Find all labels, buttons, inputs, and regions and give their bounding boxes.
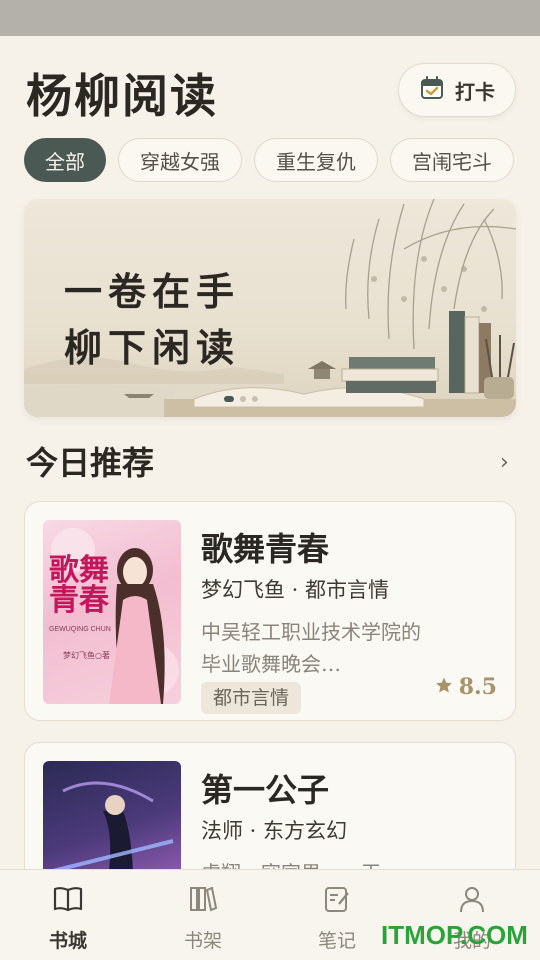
cover-author: 梦幻飞鱼○著 xyxy=(63,651,110,660)
tab-label: 书架 xyxy=(183,930,222,952)
section-title: 今日推荐 xyxy=(26,444,155,482)
chip-all[interactable]: 全部 xyxy=(24,138,106,182)
chip-palace-intrigue[interactable]: 宫闱宅斗 xyxy=(390,138,514,182)
tab-label: 书城 xyxy=(48,930,87,952)
chip-rebirth-revenge[interactable]: 重生复仇 xyxy=(254,138,378,182)
banner-line-2: 柳下闲读 xyxy=(64,325,241,370)
category-chips: 全部 穿越女强 重生复仇 宫闱宅斗 xyxy=(24,138,514,182)
tab-bookshelf[interactable]: 书架 xyxy=(158,884,248,953)
pagination-dot[interactable] xyxy=(224,396,234,402)
banner-pagination xyxy=(224,396,258,402)
book-meta: 梦幻飞鱼 · 都市言情 xyxy=(201,578,390,602)
app-title: 杨柳阅读 xyxy=(26,69,218,123)
chip-time-travel[interactable]: 穿越女强 xyxy=(118,138,242,182)
tab-bookstore[interactable]: 书城 xyxy=(23,884,113,953)
promo-banner[interactable]: 一卷在手 柳下闲读 xyxy=(24,199,516,417)
pagination-dot[interactable] xyxy=(240,396,246,402)
tab-label: 笔记 xyxy=(317,930,356,952)
book-cover: 歌舞青春 GEWUQING CHUN 梦幻飞鱼○著 xyxy=(43,520,181,704)
watermark-text: ITMOP.COM xyxy=(381,920,528,950)
book-open-icon xyxy=(52,884,84,918)
book-card[interactable]: 歌舞青春 GEWUQING CHUN 梦幻飞鱼○著 歌舞青春 梦幻飞鱼 · 都市… xyxy=(24,501,516,721)
book-rating: 8.5 xyxy=(435,674,497,700)
rating-value: 8.5 xyxy=(458,674,497,700)
banner-line-1: 一卷在手 xyxy=(64,269,241,314)
tab-notes[interactable]: 笔记 xyxy=(292,884,382,953)
chevron-right-icon[interactable]: › xyxy=(500,450,509,475)
pagination-dot[interactable] xyxy=(252,396,258,402)
calendar-check-icon xyxy=(419,75,445,105)
bookshelf-icon xyxy=(187,884,219,918)
cover-pinyin: GEWUQING CHUN xyxy=(49,626,111,633)
book-meta: 法师 · 东方玄幻 xyxy=(201,819,348,843)
checkin-button[interactable]: 打卡 xyxy=(398,63,516,117)
genre-tag: 都市言情 xyxy=(201,682,302,714)
book-title: 第一公子 xyxy=(201,771,330,809)
user-icon xyxy=(456,884,488,918)
cover-title: 歌舞青春 xyxy=(49,553,109,618)
checkin-label: 打卡 xyxy=(455,79,495,104)
book-title: 歌舞青春 xyxy=(201,530,330,568)
star-icon xyxy=(435,674,453,700)
book-description: 中吴轻工职业技术学院的毕业歌舞晚会… xyxy=(201,620,421,676)
note-edit-icon xyxy=(321,884,353,918)
status-bar xyxy=(0,0,540,36)
